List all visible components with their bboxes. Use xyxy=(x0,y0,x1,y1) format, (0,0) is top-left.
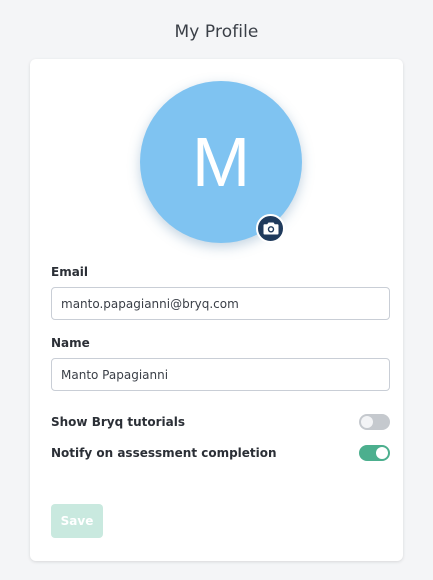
camera-icon xyxy=(263,222,278,235)
save-button[interactable]: Save xyxy=(51,504,103,538)
avatar-initial: M xyxy=(191,123,251,201)
profile-card: M Email Name Show Bryq tutorials Notify … xyxy=(30,59,403,561)
tutorials-toggle[interactable] xyxy=(359,414,390,430)
change-photo-button[interactable] xyxy=(256,214,285,243)
notify-setting-row: Notify on assessment completion xyxy=(51,443,390,463)
notify-toggle-label: Notify on assessment completion xyxy=(51,446,277,460)
page-title: My Profile xyxy=(174,22,259,42)
name-field[interactable] xyxy=(51,358,390,391)
tutorials-toggle-label: Show Bryq tutorials xyxy=(51,415,185,429)
name-label: Name xyxy=(51,336,90,350)
tutorials-setting-row: Show Bryq tutorials xyxy=(51,412,390,432)
toggle-knob xyxy=(376,447,388,459)
email-label: Email xyxy=(51,265,89,279)
email-field[interactable] xyxy=(51,287,390,320)
notify-toggle[interactable] xyxy=(359,445,390,461)
toggle-knob xyxy=(361,416,373,428)
avatar-container: M xyxy=(140,81,302,243)
